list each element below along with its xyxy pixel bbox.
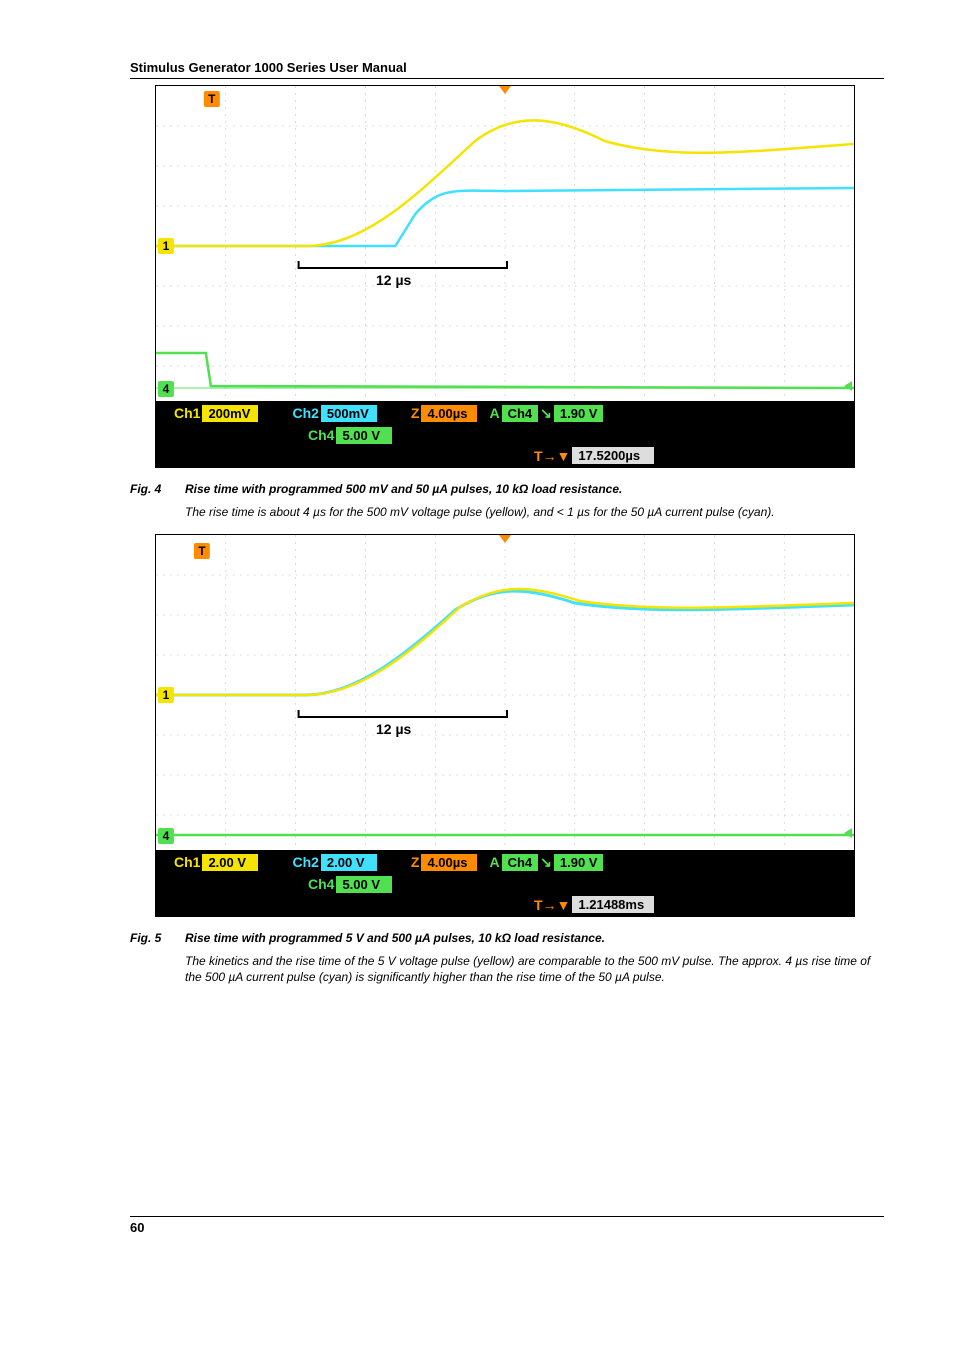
fig5-label: Fig. 5 (130, 931, 185, 945)
fig4-title: Rise time with programmed 500 mV and 50 … (185, 482, 622, 496)
page-number: 60 (130, 1216, 884, 1235)
ch4-label: Ch4 (308, 876, 334, 892)
t-pos-icon: T→▼ (534, 448, 570, 464)
t-pos-value: 1.21488ms (572, 896, 654, 913)
svg-text:1: 1 (163, 688, 170, 702)
trig-level: 1.90 V (554, 405, 604, 422)
timebase: 4.00µs (421, 405, 477, 422)
oscilloscope-figure-4: 1 4 T 12 µs Ch1 200mV Ch2 500mV Z 4.00µs… (155, 85, 855, 468)
trig-level: 1.90 V (554, 854, 604, 871)
figure-5-caption: Fig. 5 Rise time with programmed 5 V and… (130, 931, 884, 945)
fig4-description: The rise time is about 4 µs for the 500 … (185, 504, 884, 520)
ch2-scale: 500mV (321, 405, 377, 422)
z-label: Z (411, 854, 420, 870)
scope2-annotation-12us: 12 µs (376, 721, 411, 737)
ch1-scale: 200mV (202, 405, 258, 422)
svg-text:T: T (208, 92, 216, 106)
fig4-label: Fig. 4 (130, 482, 185, 496)
svg-text:T: T (198, 544, 206, 558)
scope1-readouts: Ch1 200mV Ch2 500mV Z 4.00µs A Ch4 ↘ 1.9… (156, 401, 854, 467)
scope2-waveform-area: 1 4 T 12 µs (156, 535, 854, 850)
fig5-title: Rise time with programmed 5 V and 500 µA… (185, 931, 605, 945)
svg-text:4: 4 (163, 829, 170, 843)
scope-svg: 1 4 T (156, 86, 854, 401)
ch1-label: Ch1 (174, 854, 200, 870)
figure-4-caption: Fig. 4 Rise time with programmed 500 mV … (130, 482, 884, 496)
ch4-label: Ch4 (308, 427, 334, 443)
fig5-description: The kinetics and the rise time of the 5 … (185, 953, 884, 985)
ch1-scale: 2.00 V (202, 854, 258, 871)
trig-slope-icon: ↘ (540, 405, 552, 422)
trig-mode: A (489, 405, 499, 421)
timebase: 4.00µs (421, 854, 477, 871)
t-pos-icon: T→▼ (534, 897, 570, 913)
scope2-readouts: Ch1 2.00 V Ch2 2.00 V Z 4.00µs A Ch4 ↘ 1… (156, 850, 854, 916)
trig-source: Ch4 (502, 854, 539, 871)
ch2-label: Ch2 (292, 405, 318, 421)
t-pos-value: 17.5200µs (572, 447, 654, 464)
ch4-scale: 5.00 V (336, 876, 392, 893)
scope1-annotation-12us: 12 µs (376, 272, 411, 288)
ch1-label: Ch1 (174, 405, 200, 421)
svg-text:1: 1 (163, 239, 170, 253)
page-header-title: Stimulus Generator 1000 Series User Manu… (130, 60, 884, 79)
ch2-scale: 2.00 V (321, 854, 377, 871)
ch4-scale: 5.00 V (336, 427, 392, 444)
svg-text:4: 4 (163, 382, 170, 396)
trig-slope-icon: ↘ (540, 854, 552, 871)
z-label: Z (411, 405, 420, 421)
ch2-label: Ch2 (292, 854, 318, 870)
scope-waveform-area: 1 4 T 12 µs (156, 86, 854, 401)
oscilloscope-figure-5: 1 4 T 12 µs Ch1 2.00 V Ch2 2.00 V Z 4.00… (155, 534, 855, 917)
trig-source: Ch4 (502, 405, 539, 422)
scope2-svg: 1 4 T (156, 535, 854, 850)
trigger-position-icon (499, 535, 511, 543)
trigger-position-icon (499, 86, 511, 94)
trig-mode: A (489, 854, 499, 870)
